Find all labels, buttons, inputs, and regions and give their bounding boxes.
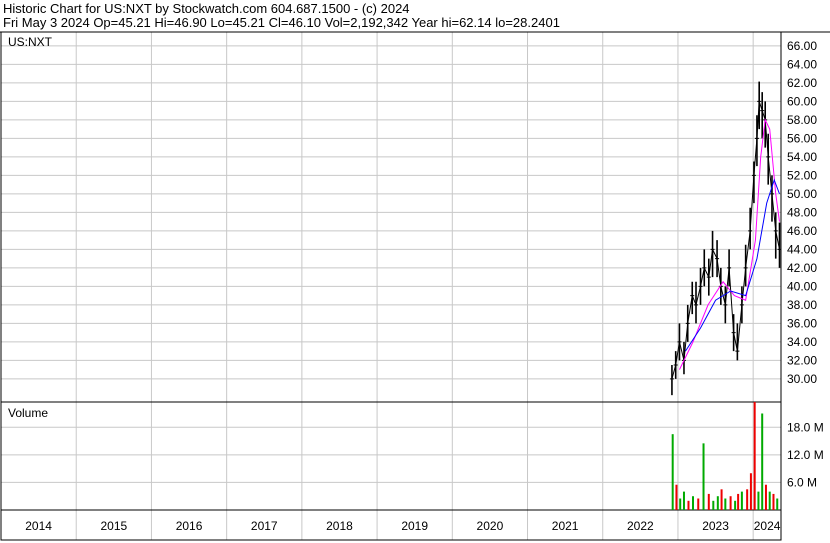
price-tick-label: 36.00 <box>787 316 817 330</box>
price-panel-frame <box>0 31 782 403</box>
year-tick-label: 2019 <box>401 519 428 533</box>
price-tick-labels: 66.00 64.00 62.00 60.00 58.00 56.00 54.00 52.00… <box>787 39 817 386</box>
volume-bar <box>707 493 710 510</box>
volume-bar <box>702 443 705 510</box>
volume-tick-label: 6.0 M <box>787 475 817 489</box>
price-tick-label: 56.00 <box>787 131 817 145</box>
volume-bar <box>671 434 674 510</box>
volume-tick-label: 12.0 M <box>787 448 824 462</box>
year-tick-label: 2024 <box>754 519 781 533</box>
symbol-label: US:NXT <box>8 35 53 49</box>
year-tick-label: 2016 <box>176 519 203 533</box>
volume-label: Volume <box>8 406 48 420</box>
volume-bar <box>724 498 727 510</box>
year-tick-label: 2015 <box>100 519 127 533</box>
price-tick-label: 60.00 <box>787 94 817 108</box>
volume-grid <box>1 426 781 483</box>
year-tick-label: 2023 <box>702 519 729 533</box>
volume-bar <box>682 491 685 510</box>
stock-chart: US:NXT Volume 66.00 64.00 62.00 60.00 58.00 5… <box>0 31 830 541</box>
volume-bar <box>772 493 775 510</box>
price-tick-label: 30.00 <box>787 372 817 386</box>
price-tick-label: 52.00 <box>787 168 817 182</box>
price-tick-label: 44.00 <box>787 242 817 256</box>
year-tick-label: 2020 <box>477 519 504 533</box>
volume-tick-label: 18.0 M <box>787 420 824 434</box>
price-tick-label: 38.00 <box>787 298 817 312</box>
price-grid <box>1 45 781 380</box>
year-tick-label: 2018 <box>326 519 353 533</box>
volume-bar <box>720 489 723 510</box>
volume-bar <box>679 498 682 510</box>
volume-panel-frame <box>0 401 782 511</box>
volume-bar <box>712 500 715 510</box>
volume-bar <box>768 491 771 510</box>
year-tick-label: 2014 <box>25 519 52 533</box>
year-tick-label: 2017 <box>251 519 278 533</box>
volume-bar <box>729 496 732 510</box>
price-tick-label: 62.00 <box>787 76 817 90</box>
price-tick-label: 40.00 <box>787 279 817 293</box>
volume-bar <box>740 491 743 510</box>
price-tick-label: 54.00 <box>787 150 817 164</box>
volume-bar <box>749 473 752 510</box>
price-tick-label: 66.00 <box>787 39 817 53</box>
price-tick-label: 42.00 <box>787 261 817 275</box>
price-tick-label: 48.00 <box>787 205 817 219</box>
volume-bar <box>764 484 767 510</box>
volume-bar <box>687 500 690 510</box>
year-tick-label: 2022 <box>627 519 654 533</box>
volume-bar <box>761 413 764 510</box>
price-bars <box>669 81 782 396</box>
volume-bar <box>697 498 700 510</box>
price-tick-label: 50.00 <box>787 187 817 201</box>
volume-bar <box>776 498 779 510</box>
volume-bar <box>753 402 756 510</box>
volume-bar <box>737 493 740 510</box>
price-tick-label: 58.00 <box>787 113 817 127</box>
price-tick-label: 34.00 <box>787 335 817 349</box>
volume-bar <box>691 496 694 510</box>
volume-bar <box>746 489 749 510</box>
volume-bar <box>734 500 737 510</box>
volume-tick-labels: 18.0 M 12.0 M 6.0 M <box>787 420 824 489</box>
volume-bars <box>671 402 779 510</box>
price-tick-label: 64.00 <box>787 57 817 71</box>
year-tick-labels: 2014 2015 2016 2017 2018 2019 2020 2021 2022 2023… <box>25 519 780 533</box>
volume-bar <box>716 496 719 510</box>
price-tick-label: 46.00 <box>787 224 817 238</box>
price-tick-label: 32.00 <box>787 353 817 367</box>
volume-bar <box>757 491 760 510</box>
year-tick-label: 2021 <box>552 519 579 533</box>
volume-bar <box>675 484 678 510</box>
